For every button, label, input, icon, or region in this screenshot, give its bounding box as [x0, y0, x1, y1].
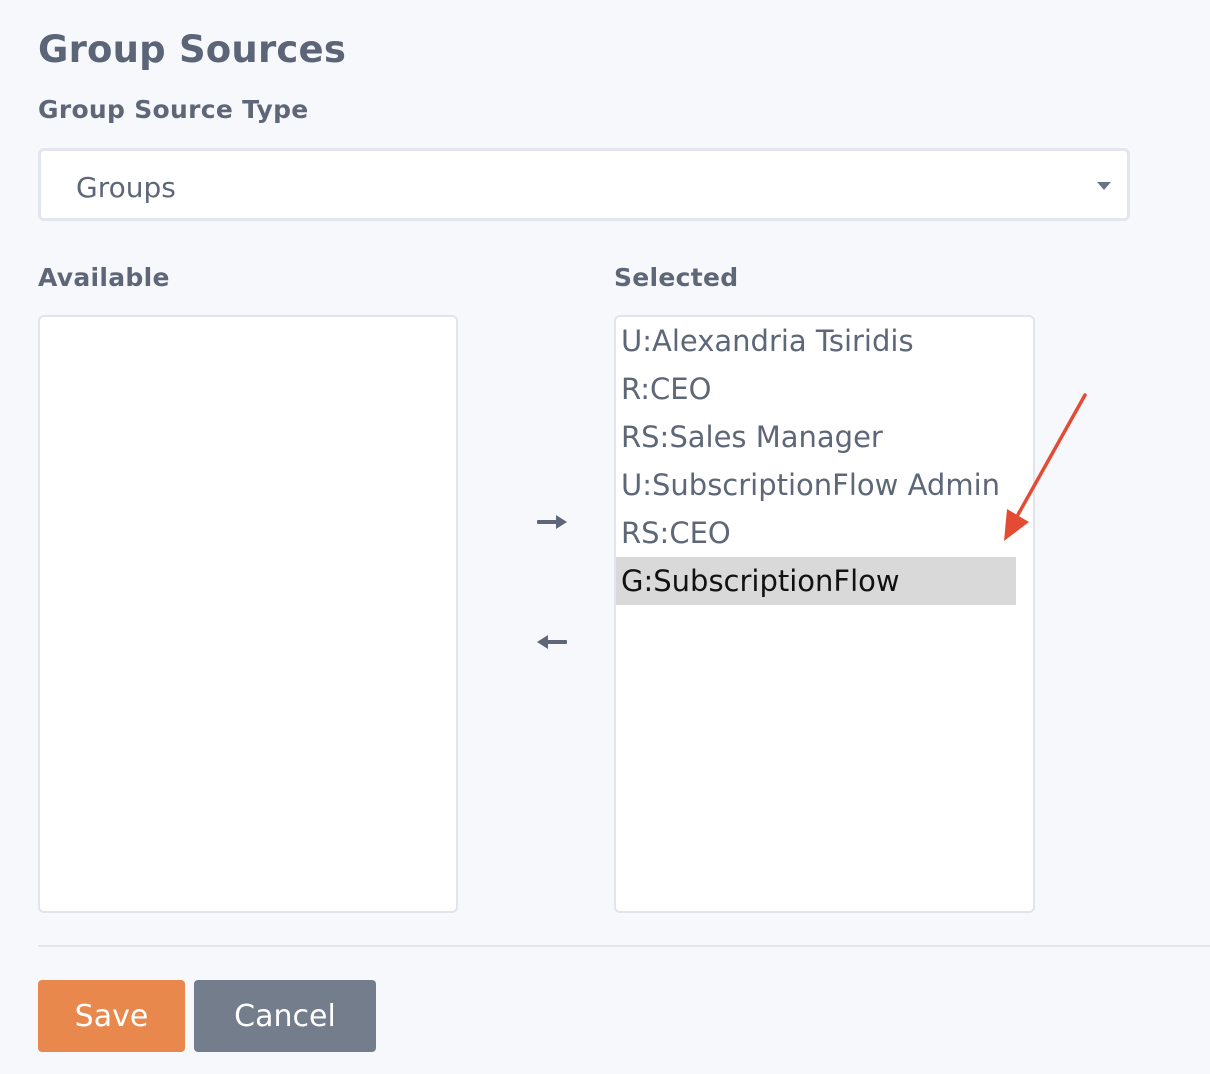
- selected-label: Selected: [614, 263, 739, 292]
- group-source-type-select[interactable]: Groups: [38, 148, 1130, 221]
- arrow-right-icon: [537, 515, 567, 529]
- chevron-down-icon: [1097, 182, 1111, 190]
- selected-option[interactable]: RS:Sales Manager: [616, 413, 1016, 461]
- available-listbox[interactable]: [38, 315, 458, 913]
- cancel-button[interactable]: Cancel: [194, 980, 376, 1052]
- group-source-type-value: Groups: [76, 171, 176, 204]
- available-label: Available: [38, 263, 170, 292]
- selected-option[interactable]: RS:CEO: [616, 509, 1016, 557]
- footer-divider: [38, 945, 1210, 947]
- selected-option[interactable]: U:SubscriptionFlow Admin: [616, 461, 1016, 509]
- move-left-button[interactable]: [530, 625, 574, 659]
- group-source-type-label: Group Source Type: [38, 95, 309, 124]
- move-right-button[interactable]: [530, 505, 574, 539]
- selected-option[interactable]: R:CEO: [616, 365, 1016, 413]
- arrow-left-icon: [537, 635, 567, 649]
- selected-listbox[interactable]: U:Alexandria Tsiridis R:CEO RS:Sales Man…: [614, 315, 1035, 913]
- page-title: Group Sources: [38, 28, 347, 71]
- selected-option[interactable]: U:Alexandria Tsiridis: [616, 317, 1016, 365]
- save-button[interactable]: Save: [38, 980, 185, 1052]
- selected-option-highlighted[interactable]: G:SubscriptionFlow: [616, 557, 1016, 605]
